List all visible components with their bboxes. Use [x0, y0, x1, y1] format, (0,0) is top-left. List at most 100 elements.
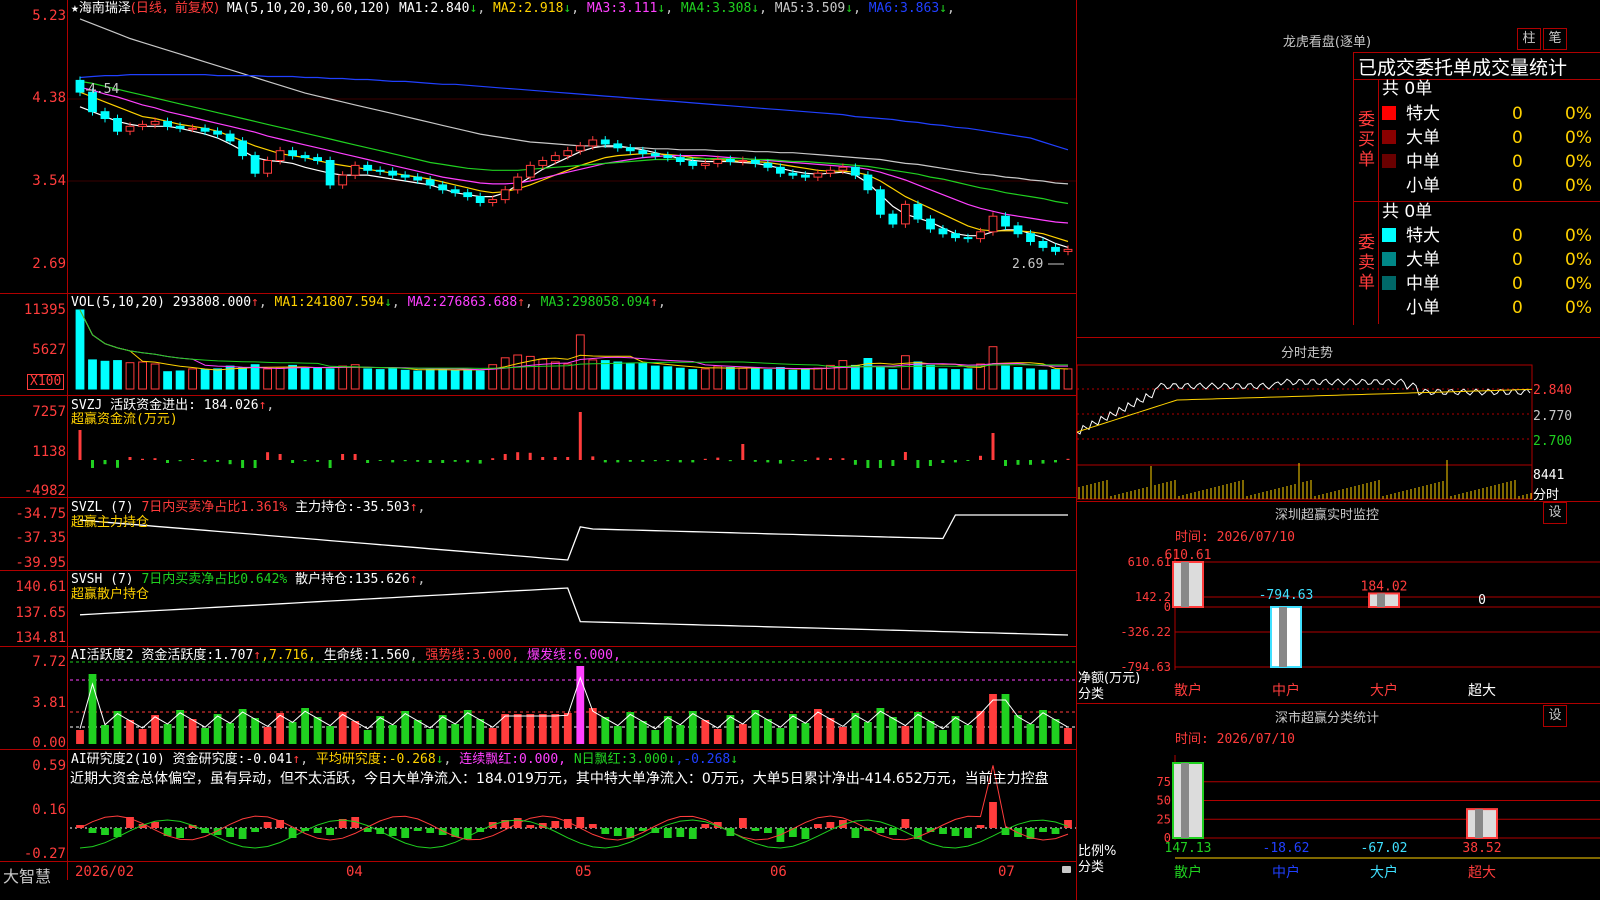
lock-icon[interactable]	[1062, 866, 1071, 873]
y-label: 3.54	[32, 173, 66, 189]
research-bar	[1039, 828, 1047, 832]
svzj-bar	[153, 458, 157, 460]
candle	[1051, 246, 1060, 252]
divider	[1077, 703, 1600, 704]
order-count: 0	[1512, 128, 1523, 148]
volume-bar	[175, 370, 185, 390]
order-row: 中单 0 0%	[1382, 150, 1600, 174]
svzj-bar	[578, 412, 582, 460]
ai-active-legend: AI活跃度2 资金活跃度:1.707↑,7.716, 生命线:1.560, 强势…	[71, 648, 621, 663]
volume-bar	[463, 369, 473, 390]
candle	[638, 150, 648, 155]
volume-bar	[300, 367, 310, 390]
class-bar-shade	[1475, 809, 1483, 838]
separator: ,	[477, 1, 493, 16]
candle	[100, 111, 110, 119]
svzj-bar	[353, 454, 357, 460]
svzj-bar	[728, 460, 732, 462]
svzj-bar	[878, 460, 882, 468]
research-bar	[801, 828, 810, 839]
volume-bar	[801, 368, 810, 390]
order-type: 中单	[1406, 152, 1440, 172]
bar-view-button[interactable]: 柱	[1517, 28, 1541, 50]
active-bar	[1001, 694, 1010, 744]
arrow-down-icon: ↓	[384, 295, 392, 310]
active-bar	[388, 725, 397, 744]
separator: ,	[524, 295, 541, 310]
svzj-bar	[378, 460, 382, 461]
separator: ,	[853, 1, 869, 16]
volume-bar	[88, 359, 97, 390]
period-mode[interactable]: (日线，前复权)	[131, 1, 219, 16]
avg-research-value: -0.268	[388, 752, 436, 767]
volume-bar	[188, 368, 197, 390]
lhb-title: 龙虎看盘(逐单)	[1282, 35, 1372, 50]
volume-bar	[663, 366, 673, 390]
brand-label[interactable]: 大智慧	[3, 863, 51, 887]
order-pct: 0%	[1565, 226, 1592, 246]
intraday-chart[interactable]	[1077, 362, 1533, 500]
class-title: 深市超赢分类统计	[1274, 711, 1379, 726]
order-count: 0	[1512, 176, 1523, 196]
candle	[1063, 248, 1073, 252]
candle	[1026, 233, 1035, 242]
monitor-title: 深圳超赢实时监控	[1274, 508, 1379, 523]
candle	[500, 189, 510, 201]
monitor-category-label: 中户	[1272, 682, 1300, 699]
svsh-title: SVSH (7)	[71, 572, 134, 587]
avg-research-label: 平均研究度:	[315, 752, 389, 767]
volume-bar	[625, 363, 635, 390]
order-pct: 0%	[1565, 104, 1592, 124]
monitor-y-label: -326.22	[1120, 625, 1171, 639]
candle	[951, 233, 960, 239]
volume-bar	[113, 360, 122, 390]
svzj-bar	[666, 460, 670, 462]
svzj-bar	[866, 460, 870, 468]
candle	[876, 189, 885, 215]
svzj-bar	[641, 460, 645, 462]
research-bar	[313, 828, 322, 833]
active-bar	[326, 726, 334, 744]
volume-bar	[338, 365, 348, 390]
class-xlabel: 分类	[1078, 860, 1105, 875]
svzj-bar	[566, 457, 570, 460]
class-settings-button[interactable]: 设	[1543, 705, 1567, 727]
monitor-value-label: 184.02	[1361, 579, 1408, 594]
active-bar	[363, 730, 372, 744]
active-bar	[713, 729, 722, 744]
order-count: 0	[1512, 152, 1523, 172]
ma-legend-item: MA6:3.863	[868, 1, 940, 16]
order-row: 特大 0 0%	[1382, 102, 1600, 126]
arrow-down-icon: ↓	[751, 1, 760, 16]
candle	[400, 174, 410, 178]
star-icon[interactable]: ★	[71, 1, 79, 16]
vol-unit-button[interactable]: X100	[27, 374, 65, 390]
order-row: 小单 0 0%	[1382, 174, 1600, 198]
active-bar	[126, 720, 134, 744]
research-bar	[101, 828, 109, 835]
intraday-frame	[1077, 364, 1533, 500]
volume-bar	[1051, 369, 1060, 390]
tick-view-button[interactable]: 笔	[1543, 28, 1567, 50]
candle	[675, 157, 685, 163]
monitor-xlabel: 分类	[1078, 687, 1105, 702]
candle	[338, 174, 348, 186]
ai-active-value2: 7.716	[268, 648, 309, 663]
svzj-bar	[503, 454, 507, 460]
research-bar	[388, 828, 397, 836]
y-label: 5.23	[32, 8, 66, 24]
n-day-red-label: N日飘红:	[573, 752, 629, 767]
color-swatch	[1382, 300, 1396, 314]
research-bar	[751, 828, 760, 831]
ma-legend: MA1:2.840↓, MA2:2.918↓, MA3:3.111↓, MA4:…	[399, 1, 955, 16]
chart-area[interactable]: ★海南瑞泽(日线，前复权) MA(5,10,20,30,60,120) MA1:…	[0, 0, 1077, 900]
monitor-settings-button[interactable]: 设	[1543, 502, 1567, 524]
svzj-bar	[1029, 460, 1032, 465]
candle	[826, 169, 835, 174]
research-bar	[764, 828, 772, 833]
candle	[901, 203, 910, 225]
candle	[988, 215, 998, 233]
volume-bar	[700, 368, 710, 390]
research-bar	[851, 828, 860, 838]
volume-bar	[250, 364, 260, 390]
